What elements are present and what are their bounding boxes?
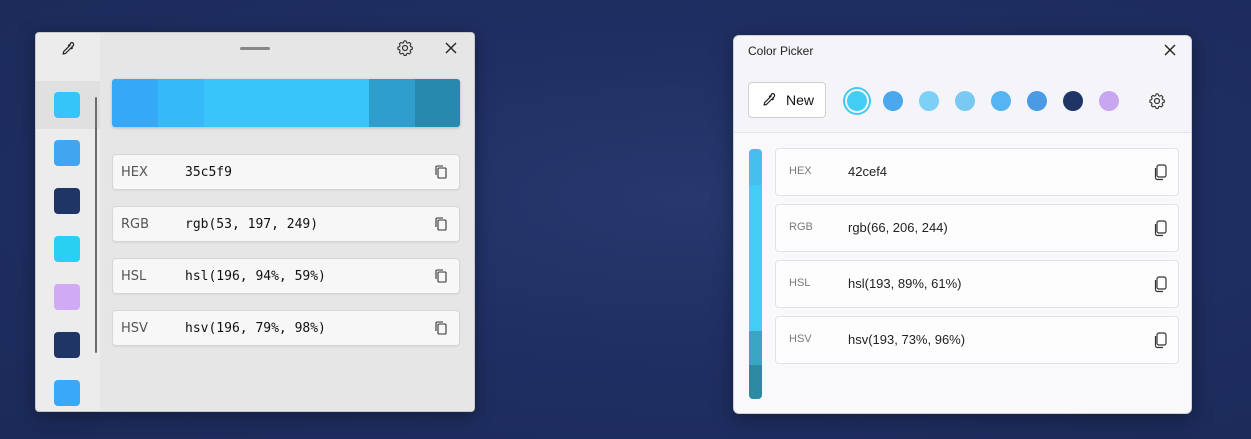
hex-row: HEX 35c5f9 [112,154,460,190]
history-scrollbar[interactable] [95,97,97,353]
new-color-button[interactable]: New [748,82,826,118]
color-shades-bar [749,149,762,399]
history-swatch[interactable] [54,188,80,214]
history-swatch[interactable] [54,236,80,262]
recent-color-swatch[interactable] [1063,91,1083,111]
hsv-row: HSV hsv(193, 73%, 96%) [775,316,1179,364]
format-label: HSL [121,269,147,284]
copy-icon[interactable] [1153,219,1169,237]
shade-segment[interactable] [415,79,460,127]
shade-segment[interactable] [749,331,762,365]
history-swatch[interactable] [54,332,80,358]
copy-icon[interactable] [433,164,449,180]
copy-icon[interactable] [433,216,449,232]
shade-segment[interactable] [204,79,369,127]
copy-icon[interactable] [1153,331,1169,349]
hsv-value[interactable]: hsv(196, 79%, 98%) [185,321,326,336]
drag-handle[interactable] [240,47,270,50]
hex-value[interactable]: 35c5f9 [185,165,232,180]
shade-segment[interactable] [158,79,204,127]
format-label: HSV [121,321,148,336]
gear-icon[interactable] [396,39,414,57]
color-details-panel: HEX 42cef4 RGB rgb(66, 206, 244) HSL hsl… [734,132,1191,413]
hsl-row: HSL hsl(193, 89%, 61%) [775,260,1179,308]
window-title: Color Picker [748,44,814,58]
hsl-row: HSL hsl(196, 94%, 59%) [112,258,460,294]
recent-color-swatch[interactable] [883,91,903,111]
recent-color-swatch[interactable] [1027,91,1047,111]
format-label: HEX [789,165,812,177]
history-swatch[interactable] [54,140,80,166]
hsv-value[interactable]: hsv(193, 73%, 96%) [848,332,965,347]
close-icon[interactable] [443,40,459,56]
color-shades-bar [112,79,460,127]
history-swatch[interactable] [54,380,80,406]
shade-segment[interactable] [749,185,762,331]
format-label: HEX [121,165,148,180]
recent-color-swatch[interactable] [919,91,939,111]
hex-value[interactable]: 42cef4 [848,164,887,179]
copy-icon[interactable] [433,320,449,336]
copy-icon[interactable] [1153,163,1169,181]
shade-segment[interactable] [749,365,762,399]
shade-segment[interactable] [369,79,415,127]
hsv-row: HSV hsv(196, 79%, 98%) [112,310,460,346]
rgb-row: RGB rgb(53, 197, 249) [112,206,460,242]
close-icon[interactable] [1162,42,1178,58]
hsl-value[interactable]: hsl(196, 94%, 59%) [185,269,326,284]
shade-segment[interactable] [112,79,158,127]
sidebar-header [36,33,100,79]
copy-icon[interactable] [433,268,449,284]
format-label: RGB [789,221,813,233]
shade-segment[interactable] [749,149,762,185]
new-button-label: New [786,92,815,108]
recent-color-selected[interactable] [847,91,867,111]
history-swatch[interactable] [54,284,80,310]
recent-color-swatch[interactable] [1099,91,1119,111]
eyedropper-icon [761,92,777,108]
eyedropper-icon[interactable] [60,41,76,57]
hsl-value[interactable]: hsl(193, 89%, 61%) [848,276,961,291]
rgb-value[interactable]: rgb(66, 206, 244) [848,220,948,235]
recent-color-swatch[interactable] [955,91,975,111]
copy-icon[interactable] [1153,275,1169,293]
recent-color-swatch[interactable] [991,91,1011,111]
history-swatch[interactable] [54,92,80,118]
format-label: RGB [121,217,150,232]
color-picker-editor-window: HEX 35c5f9 RGB rgb(53, 197, 249) HSL hsl… [35,32,475,412]
hex-row: HEX 42cef4 [775,148,1179,196]
format-label: HSL [789,277,811,289]
format-label: HSV [789,333,812,345]
title-bar [100,33,474,79]
rgb-row: RGB rgb(66, 206, 244) [775,204,1179,252]
color-history-sidebar [36,33,100,411]
color-picker-window: Color Picker New HEX 42cef4 RGB rgb(66, … [733,35,1192,414]
gear-icon[interactable] [1148,92,1166,110]
rgb-value[interactable]: rgb(53, 197, 249) [185,217,318,232]
